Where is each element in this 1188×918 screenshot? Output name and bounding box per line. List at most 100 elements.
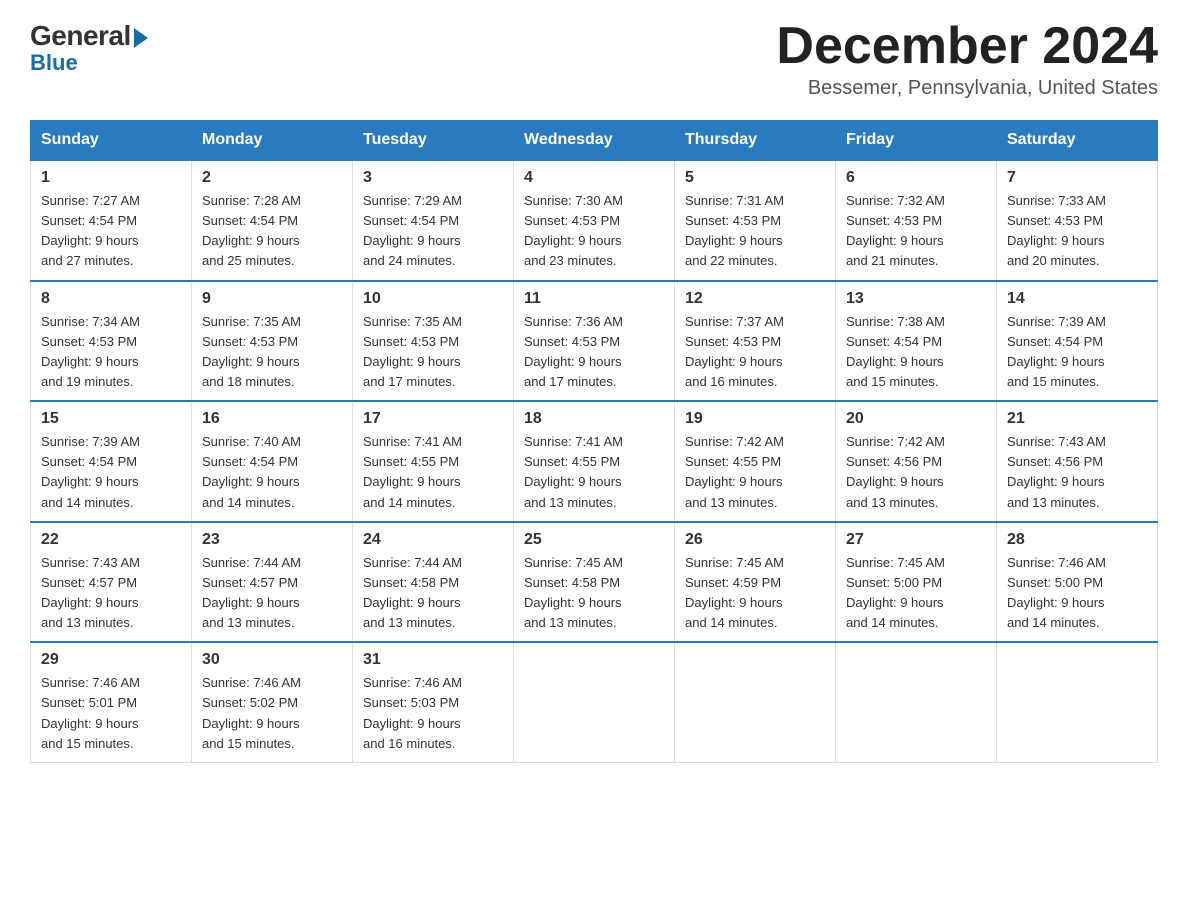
logo-blue-text: Blue (30, 50, 78, 76)
day-info: Sunrise: 7:40 AM Sunset: 4:54 PM Dayligh… (202, 432, 342, 513)
day-number: 20 (846, 410, 986, 428)
day-info: Sunrise: 7:44 AM Sunset: 4:58 PM Dayligh… (363, 553, 503, 634)
day-number: 4 (524, 169, 664, 187)
table-row: 5 Sunrise: 7:31 AM Sunset: 4:53 PM Dayli… (675, 160, 836, 281)
table-row: 2 Sunrise: 7:28 AM Sunset: 4:54 PM Dayli… (192, 160, 353, 281)
day-number: 17 (363, 410, 503, 428)
col-friday: Friday (836, 121, 997, 161)
day-number: 10 (363, 290, 503, 308)
day-info: Sunrise: 7:37 AM Sunset: 4:53 PM Dayligh… (685, 312, 825, 393)
day-info: Sunrise: 7:42 AM Sunset: 4:56 PM Dayligh… (846, 432, 986, 513)
day-number: 31 (363, 651, 503, 669)
calendar-week-row: 15 Sunrise: 7:39 AM Sunset: 4:54 PM Dayl… (31, 401, 1158, 522)
day-info: Sunrise: 7:33 AM Sunset: 4:53 PM Dayligh… (1007, 191, 1147, 272)
day-number: 22 (41, 531, 181, 549)
col-sunday: Sunday (31, 121, 192, 161)
table-row: 9 Sunrise: 7:35 AM Sunset: 4:53 PM Dayli… (192, 281, 353, 402)
page-header: General ​ Blue December 2024 Bessemer, P… (30, 20, 1158, 100)
day-info: Sunrise: 7:44 AM Sunset: 4:57 PM Dayligh… (202, 553, 342, 634)
calendar-week-row: 8 Sunrise: 7:34 AM Sunset: 4:53 PM Dayli… (31, 281, 1158, 402)
table-row: 4 Sunrise: 7:30 AM Sunset: 4:53 PM Dayli… (514, 160, 675, 281)
day-info: Sunrise: 7:45 AM Sunset: 4:58 PM Dayligh… (524, 553, 664, 634)
table-row: 14 Sunrise: 7:39 AM Sunset: 4:54 PM Dayl… (997, 281, 1158, 402)
day-number: 16 (202, 410, 342, 428)
table-row: 7 Sunrise: 7:33 AM Sunset: 4:53 PM Dayli… (997, 160, 1158, 281)
table-row: 6 Sunrise: 7:32 AM Sunset: 4:53 PM Dayli… (836, 160, 997, 281)
table-row: 30 Sunrise: 7:46 AM Sunset: 5:02 PM Dayl… (192, 642, 353, 762)
day-number: 15 (41, 410, 181, 428)
table-row: 15 Sunrise: 7:39 AM Sunset: 4:54 PM Dayl… (31, 401, 192, 522)
table-row (836, 642, 997, 762)
day-info: Sunrise: 7:28 AM Sunset: 4:54 PM Dayligh… (202, 191, 342, 272)
day-info: Sunrise: 7:45 AM Sunset: 4:59 PM Dayligh… (685, 553, 825, 634)
col-tuesday: Tuesday (353, 121, 514, 161)
day-number: 24 (363, 531, 503, 549)
day-info: Sunrise: 7:34 AM Sunset: 4:53 PM Dayligh… (41, 312, 181, 393)
table-row: 23 Sunrise: 7:44 AM Sunset: 4:57 PM Dayl… (192, 522, 353, 643)
table-row: 29 Sunrise: 7:46 AM Sunset: 5:01 PM Dayl… (31, 642, 192, 762)
table-row (997, 642, 1158, 762)
day-info: Sunrise: 7:42 AM Sunset: 4:55 PM Dayligh… (685, 432, 825, 513)
table-row: 31 Sunrise: 7:46 AM Sunset: 5:03 PM Dayl… (353, 642, 514, 762)
day-info: Sunrise: 7:39 AM Sunset: 4:54 PM Dayligh… (1007, 312, 1147, 393)
day-info: Sunrise: 7:45 AM Sunset: 5:00 PM Dayligh… (846, 553, 986, 634)
day-info: Sunrise: 7:31 AM Sunset: 4:53 PM Dayligh… (685, 191, 825, 272)
table-row: 24 Sunrise: 7:44 AM Sunset: 4:58 PM Dayl… (353, 522, 514, 643)
day-number: 5 (685, 169, 825, 187)
table-row: 27 Sunrise: 7:45 AM Sunset: 5:00 PM Dayl… (836, 522, 997, 643)
table-row: 11 Sunrise: 7:36 AM Sunset: 4:53 PM Dayl… (514, 281, 675, 402)
table-row: 13 Sunrise: 7:38 AM Sunset: 4:54 PM Dayl… (836, 281, 997, 402)
table-row: 10 Sunrise: 7:35 AM Sunset: 4:53 PM Dayl… (353, 281, 514, 402)
col-thursday: Thursday (675, 121, 836, 161)
day-info: Sunrise: 7:27 AM Sunset: 4:54 PM Dayligh… (41, 191, 181, 272)
col-monday: Monday (192, 121, 353, 161)
day-number: 11 (524, 290, 664, 308)
table-row: 3 Sunrise: 7:29 AM Sunset: 4:54 PM Dayli… (353, 160, 514, 281)
calendar-week-row: 22 Sunrise: 7:43 AM Sunset: 4:57 PM Dayl… (31, 522, 1158, 643)
day-number: 9 (202, 290, 342, 308)
day-info: Sunrise: 7:30 AM Sunset: 4:53 PM Dayligh… (524, 191, 664, 272)
day-number: 7 (1007, 169, 1147, 187)
day-number: 27 (846, 531, 986, 549)
table-row: 16 Sunrise: 7:40 AM Sunset: 4:54 PM Dayl… (192, 401, 353, 522)
month-title: December 2024 (776, 20, 1158, 72)
day-number: 21 (1007, 410, 1147, 428)
day-info: Sunrise: 7:36 AM Sunset: 4:53 PM Dayligh… (524, 312, 664, 393)
day-number: 8 (41, 290, 181, 308)
table-row (514, 642, 675, 762)
day-info: Sunrise: 7:29 AM Sunset: 4:54 PM Dayligh… (363, 191, 503, 272)
table-row: 28 Sunrise: 7:46 AM Sunset: 5:00 PM Dayl… (997, 522, 1158, 643)
day-info: Sunrise: 7:46 AM Sunset: 5:01 PM Dayligh… (41, 673, 181, 754)
table-row (675, 642, 836, 762)
day-number: 26 (685, 531, 825, 549)
table-row: 22 Sunrise: 7:43 AM Sunset: 4:57 PM Dayl… (31, 522, 192, 643)
day-number: 18 (524, 410, 664, 428)
table-row: 25 Sunrise: 7:45 AM Sunset: 4:58 PM Dayl… (514, 522, 675, 643)
table-row: 8 Sunrise: 7:34 AM Sunset: 4:53 PM Dayli… (31, 281, 192, 402)
day-info: Sunrise: 7:38 AM Sunset: 4:54 PM Dayligh… (846, 312, 986, 393)
day-number: 25 (524, 531, 664, 549)
logo: General ​ Blue (30, 20, 148, 80)
table-row: 21 Sunrise: 7:43 AM Sunset: 4:56 PM Dayl… (997, 401, 1158, 522)
day-info: Sunrise: 7:41 AM Sunset: 4:55 PM Dayligh… (524, 432, 664, 513)
day-number: 23 (202, 531, 342, 549)
day-number: 28 (1007, 531, 1147, 549)
table-row: 26 Sunrise: 7:45 AM Sunset: 4:59 PM Dayl… (675, 522, 836, 643)
day-number: 3 (363, 169, 503, 187)
table-row: 12 Sunrise: 7:37 AM Sunset: 4:53 PM Dayl… (675, 281, 836, 402)
day-number: 12 (685, 290, 825, 308)
calendar-header-row: Sunday Monday Tuesday Wednesday Thursday… (31, 121, 1158, 161)
calendar-week-row: 29 Sunrise: 7:46 AM Sunset: 5:01 PM Dayl… (31, 642, 1158, 762)
day-info: Sunrise: 7:46 AM Sunset: 5:03 PM Dayligh… (363, 673, 503, 754)
calendar-table: Sunday Monday Tuesday Wednesday Thursday… (30, 120, 1158, 763)
table-row: 19 Sunrise: 7:42 AM Sunset: 4:55 PM Dayl… (675, 401, 836, 522)
day-number: 2 (202, 169, 342, 187)
logo-arrow-icon (134, 28, 148, 48)
day-info: Sunrise: 7:35 AM Sunset: 4:53 PM Dayligh… (363, 312, 503, 393)
day-number: 14 (1007, 290, 1147, 308)
title-section: December 2024 Bessemer, Pennsylvania, Un… (776, 20, 1158, 100)
day-info: Sunrise: 7:35 AM Sunset: 4:53 PM Dayligh… (202, 312, 342, 393)
location-text: Bessemer, Pennsylvania, United States (776, 77, 1158, 100)
day-number: 29 (41, 651, 181, 669)
table-row: 17 Sunrise: 7:41 AM Sunset: 4:55 PM Dayl… (353, 401, 514, 522)
